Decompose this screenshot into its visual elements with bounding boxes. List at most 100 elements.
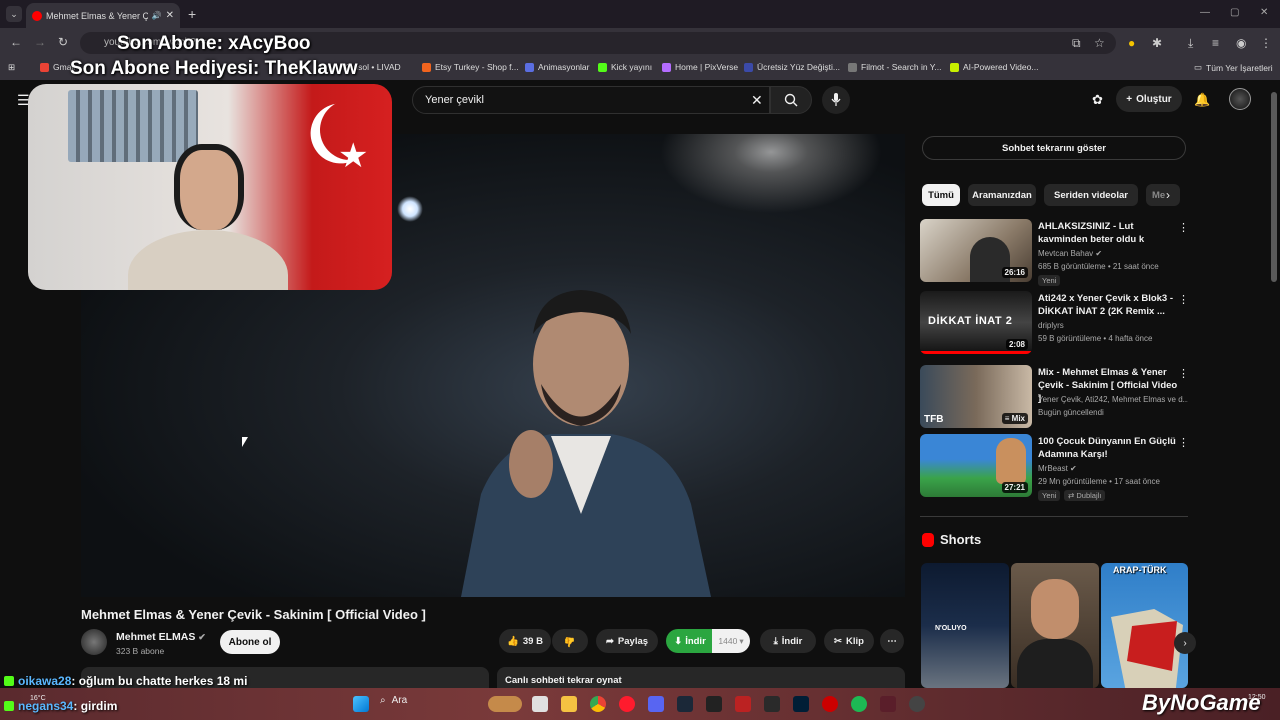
- video-thumbnail[interactable]: TFB ≡ Mix: [920, 365, 1032, 428]
- forward-icon[interactable]: →: [34, 35, 46, 49]
- search-button[interactable]: [770, 86, 812, 114]
- recommendation-item[interactable]: TFB ≡ Mix Mix - Mehmet Elmas & Yener Çev…: [920, 365, 1189, 429]
- search-input[interactable]: Yener çevikl: [412, 86, 770, 114]
- download-button[interactable]: ⤓ İndir: [760, 629, 816, 653]
- chip-from-search[interactable]: Aramanızdan: [968, 184, 1036, 206]
- windows-start-icon[interactable]: [353, 696, 369, 712]
- speaker-icon[interactable]: 🔊: [152, 11, 162, 20]
- channel-name[interactable]: Mehmet ELMAS ✔: [116, 631, 206, 643]
- extension-icon[interactable]: ●: [1128, 36, 1135, 50]
- apps-grid-icon[interactable]: ⊞: [8, 62, 15, 73]
- account-avatar[interactable]: [1229, 88, 1251, 110]
- video-thumbnail[interactable]: 26:16: [920, 219, 1032, 282]
- video-title: Mehmet Elmas & Yener Çevik - Sakinim [ O…: [81, 607, 426, 622]
- subscribe-button[interactable]: Abone ol: [220, 630, 280, 654]
- video-thumbnail[interactable]: DİKKAT İNAT 2 2:08: [920, 291, 1032, 354]
- obs-icon[interactable]: [909, 696, 925, 712]
- chrome-icon[interactable]: [590, 696, 606, 712]
- more-actions-button[interactable]: ⋯: [880, 629, 904, 653]
- recommendation-item[interactable]: DİKKAT İNAT 2 2:08 Ati242 x Yener Çevik …: [920, 291, 1189, 355]
- downloads-icon[interactable]: ⤓: [1188, 36, 1193, 51]
- epic-games-icon[interactable]: [764, 696, 780, 712]
- more-options-icon[interactable]: ⋮: [1178, 293, 1189, 306]
- new-tab-button[interactable]: +: [188, 6, 196, 22]
- install-app-icon[interactable]: ⧉: [1072, 36, 1081, 51]
- recommendation-channel[interactable]: MrBeast ✔: [1038, 464, 1188, 473]
- bookmark-pixverse[interactable]: Home | PixVerse: [662, 62, 738, 72]
- clear-search-icon[interactable]: ✕: [751, 92, 763, 109]
- browser-tab-youtube[interactable]: Mehmet Elmas & Yener Çevik 🔊 ✕: [26, 3, 180, 28]
- bookmark-etsy[interactable]: Etsy Turkey - Shop f...: [422, 62, 519, 72]
- spotify-icon[interactable]: [851, 696, 867, 712]
- kick-chat-icon[interactable]: [735, 696, 751, 712]
- video-thumbnail[interactable]: 27:21: [920, 434, 1032, 497]
- recommendation-channel[interactable]: Mevtcan Bahav ✔: [1038, 249, 1188, 258]
- more-options-icon[interactable]: ⋮: [1178, 221, 1189, 234]
- bookmark-animasyonlar[interactable]: Animasyonlar: [525, 62, 590, 72]
- show-chat-replay-button[interactable]: Sohbet tekrarını göster: [922, 136, 1186, 160]
- recommendation-item[interactable]: 27:21 100 Çocuk Dünyanın En Güçlü Adamın…: [920, 434, 1189, 501]
- capcut-icon[interactable]: [706, 696, 722, 712]
- recommendation-title[interactable]: Ati242 x Yener Çevik x Blok3 - DİKKAT İN…: [1038, 292, 1178, 318]
- extensions-puzzle-icon[interactable]: ✱: [1152, 36, 1162, 50]
- green-download-button[interactable]: ⬇ İndir: [666, 629, 714, 653]
- chip-more[interactable]: Me: [1146, 184, 1180, 206]
- bookmark-filmot[interactable]: Filmot - Search in Y...: [848, 62, 941, 72]
- reading-list-icon[interactable]: ≡: [1212, 36, 1219, 50]
- clip-label: Klip: [846, 635, 864, 647]
- file-explorer-icon[interactable]: [561, 696, 577, 712]
- clip-button[interactable]: ✂ Klip: [824, 629, 874, 653]
- chip-all[interactable]: Tümü: [922, 184, 960, 206]
- taskbar-search[interactable]: ⌕ Ara: [380, 695, 407, 706]
- voice-search-button[interactable]: [822, 86, 850, 114]
- chip-from-series[interactable]: Seriden videolar: [1044, 184, 1138, 206]
- download-quality-select[interactable]: 1440 ▾: [712, 629, 750, 653]
- back-icon[interactable]: ←: [10, 35, 22, 49]
- recommendation-title[interactable]: 100 Çocuk Dünyanın En Güçlü Adamına Karş…: [1038, 435, 1178, 461]
- close-window-icon[interactable]: ✕: [1260, 7, 1268, 18]
- short-item[interactable]: [1011, 563, 1099, 688]
- share-button[interactable]: ➦ Paylaş: [596, 629, 658, 653]
- search-highlight-icon[interactable]: [488, 696, 522, 712]
- notifications-bell-icon[interactable]: 🔔: [1194, 92, 1210, 108]
- create-button[interactable]: + Oluştur: [1116, 86, 1182, 112]
- premium-gift-icon[interactable]: ✿: [1092, 92, 1103, 108]
- record-icon[interactable]: [822, 696, 838, 712]
- reload-icon[interactable]: ↻: [58, 35, 68, 49]
- kick-badge-icon: [4, 676, 14, 686]
- discord-icon[interactable]: [648, 696, 664, 712]
- bookmark-kick[interactable]: Kick yayını: [598, 62, 652, 72]
- windows-taskbar: 16°C ⌕ Ara: [0, 688, 1280, 720]
- channel-avatar[interactable]: [81, 629, 107, 655]
- all-bookmarks[interactable]: ▭ Tüm Yer İşaretleri: [1194, 62, 1273, 73]
- profile-icon[interactable]: ◉: [1236, 36, 1246, 50]
- bookmark-face-swap[interactable]: Ücretsiz Yüz Değişti...: [744, 62, 840, 72]
- recommendation-item[interactable]: 26:16 AHLAKSIZSINIZ - Lut kavminden bete…: [920, 219, 1189, 286]
- bookmark-ai-video[interactable]: AI-Powered Video...: [950, 62, 1038, 72]
- recommendation-channel[interactable]: Yener Çevik, Ati242, Mehmet Elmas ve d..…: [1038, 395, 1188, 404]
- premiere-icon[interactable]: [880, 696, 896, 712]
- chips-next-icon[interactable]: ›: [1166, 188, 1170, 202]
- dislike-button[interactable]: 👍: [552, 629, 588, 653]
- minimize-icon[interactable]: —: [1200, 7, 1210, 18]
- taskbar-clock[interactable]: 12:50: [1248, 694, 1266, 701]
- shorts-next-icon[interactable]: ›: [1174, 632, 1196, 654]
- tab-close-icon[interactable]: ✕: [166, 10, 174, 21]
- kick-badge-icon: [4, 701, 14, 711]
- short-item[interactable]: ARAP-TÜRK: [1101, 563, 1188, 688]
- menu-dots-icon[interactable]: ⋮: [1260, 36, 1272, 50]
- like-button[interactable]: 👍 39 B: [499, 629, 551, 653]
- recommendation-channel[interactable]: driplyrs: [1038, 321, 1188, 330]
- photoshop-icon[interactable]: [793, 696, 809, 712]
- short-item[interactable]: N'OLUYO: [921, 563, 1009, 688]
- more-options-icon[interactable]: ⋮: [1178, 436, 1189, 449]
- tab-search-button[interactable]: ⌄: [6, 6, 22, 22]
- maximize-icon[interactable]: ▢: [1230, 7, 1239, 18]
- opera-icon[interactable]: [619, 696, 635, 712]
- scrollbar-thumb[interactable]: [1271, 92, 1277, 282]
- recommendation-title[interactable]: AHLAKSIZSINIZ - Lut kavminden beter oldu…: [1038, 220, 1178, 246]
- more-options-icon[interactable]: ⋮: [1178, 367, 1189, 380]
- steam-icon[interactable]: [677, 696, 693, 712]
- bookmark-star-icon[interactable]: ☆: [1094, 36, 1105, 50]
- task-view-icon[interactable]: [532, 696, 548, 712]
